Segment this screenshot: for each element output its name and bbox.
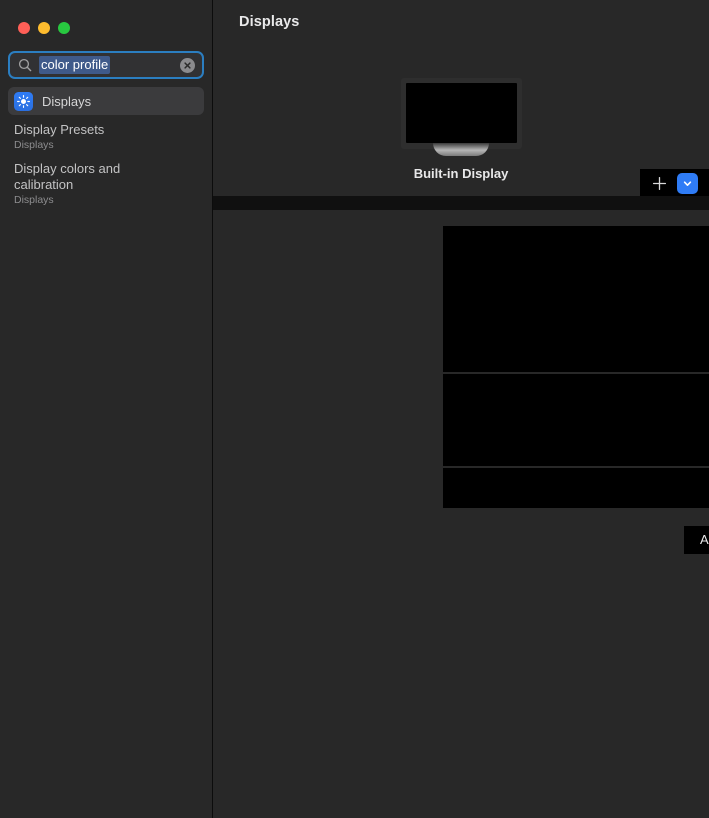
sidebar-item-display-colors-calibration-title: Display colors and calibration [14,161,121,192]
sidebar-item-displays[interactable]: Displays [8,87,204,115]
window-controls [0,0,212,38]
main-content: Displays Built-in Display A [213,0,709,818]
add-display-controls [640,169,709,197]
sidebar-item-display-colors-calibration-subtitle: Displays [14,194,54,206]
search-icon [18,58,32,72]
sidebar-item-display-presets-title: Display Presets [14,122,105,137]
search-field[interactable]: color profile [8,51,204,79]
settings-content-area [427,210,709,530]
settings-block-tertiary[interactable] [443,468,709,508]
settings-block-primary[interactable] [443,226,709,372]
minimize-window-button[interactable] [38,21,50,34]
sidebar-item-display-colors-calibration[interactable]: Display colors and calibration Displays [8,154,204,209]
sidebar-item-display-presets-subtitle: Displays [14,139,54,151]
sidebar-item-display-presets[interactable]: Display Presets Displays [8,115,204,154]
monitor-icon[interactable] [400,78,522,156]
advanced-button[interactable]: Advanced... [700,532,709,548]
clear-search-icon[interactable] [180,57,195,73]
sidebar: color profile Displays Display Presets D… [0,0,213,818]
search-input-value[interactable]: color profile [39,56,111,74]
display-preview[interactable]: Built-in Display [213,78,709,181]
display-name-label: Built-in Display [413,166,509,181]
maximize-window-button[interactable] [58,21,70,34]
page-title: Displays [239,14,300,30]
bottom-button-bar: Advanced... Night Shift... [684,526,709,554]
displays-brightness-icon [14,91,33,111]
search-results-list: Displays Display Presets Displays Displa… [0,87,212,209]
close-window-button[interactable] [18,21,30,34]
sidebar-item-displays-label: Displays [42,93,92,109]
settings-block-secondary[interactable] [443,374,709,466]
monitor-screen [405,83,517,143]
chevron-down-icon[interactable] [677,172,698,194]
monitor-stand [433,143,489,156]
add-display-button[interactable] [651,175,668,192]
system-settings-window: color profile Displays Display Presets D… [0,0,709,818]
section-divider-band [213,196,709,210]
